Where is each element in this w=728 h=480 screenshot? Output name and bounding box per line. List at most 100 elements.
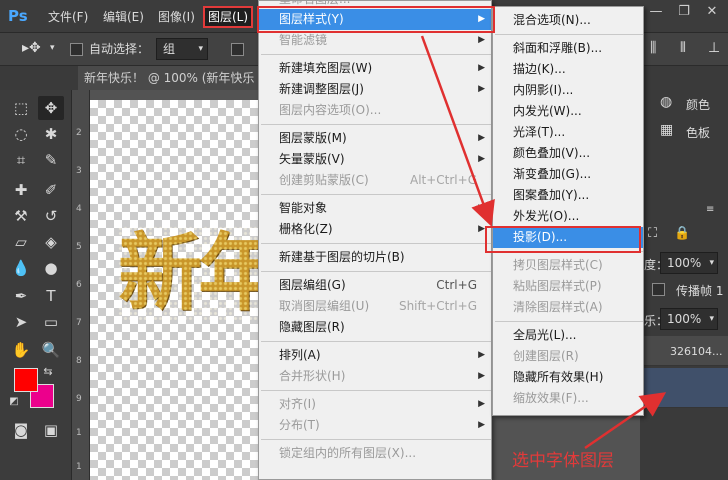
marquee-tool-icon[interactable]: ⬚ — [8, 96, 34, 120]
style-menu-item-label: 图案叠加(Y)... — [513, 188, 590, 202]
layer-menu-item[interactable]: 创建剪贴蒙版(C) Alt+Ctrl+G — [259, 170, 491, 191]
menu-layer[interactable]: 图层(L) — [203, 6, 254, 28]
style-menu-item[interactable]: 渐变叠加(G)... — [493, 164, 643, 185]
layer-menu-item[interactable]: 对齐(I) ▶ — [259, 394, 491, 415]
path-select-icon[interactable]: ➤ — [8, 310, 34, 334]
style-menu-item[interactable]: 粘贴图层样式(P) — [493, 276, 643, 297]
style-menu-item[interactable]: 内阴影(I)... — [493, 80, 643, 101]
layer-menu-item[interactable]: 合并形状(H) ▶ — [259, 366, 491, 387]
auto-select-checkbox[interactable] — [70, 43, 83, 56]
layer-menu-item[interactable]: 图层内容选项(O)... — [259, 100, 491, 121]
layer-menu-item[interactable]: 栅格化(Z) ▶ — [259, 219, 491, 240]
quick-mask-icon[interactable]: ◙ — [8, 418, 34, 442]
style-menu-item[interactable]: 颜色叠加(V)... — [493, 143, 643, 164]
layer-menu-item[interactable]: 图层蒙版(M) ▶ — [259, 128, 491, 149]
layer-row-selected[interactable] — [640, 368, 728, 408]
default-colors-icon[interactable]: ◩ — [6, 390, 22, 414]
chevron-down-icon: ▾ — [709, 314, 714, 324]
ruler-mark: 6 — [76, 280, 82, 290]
layer-menu-item[interactable]: 分布(T) ▶ — [259, 415, 491, 436]
style-menu-item[interactable]: 光泽(T)... — [493, 122, 643, 143]
pen-tool-icon[interactable]: ✒ — [8, 284, 34, 308]
eraser-icon[interactable]: ▱ — [8, 230, 34, 254]
style-menu-item[interactable]: 创建图层(R) — [493, 346, 643, 367]
magic-wand-icon[interactable]: ✱ — [38, 122, 64, 146]
align-icon[interactable]: ⫼ — [650, 38, 656, 58]
restore-icon[interactable]: ❐ — [674, 4, 694, 20]
clone-stamp-icon[interactable]: ⚒ — [8, 204, 34, 228]
brush-tool-icon[interactable]: ✐ — [38, 178, 64, 202]
style-menu-item[interactable]: 全局光(L)... — [493, 325, 643, 346]
healing-brush-icon[interactable]: ✚ — [8, 178, 34, 202]
layer-menu-item[interactable]: 智能对象 ▶ — [259, 198, 491, 219]
style-menu-item[interactable]: 缩放效果(F)... — [493, 388, 643, 409]
blur-tool-icon[interactable]: 💧 — [8, 256, 34, 280]
history-brush-icon[interactable]: ↺ — [38, 204, 64, 228]
move-tool-icon[interactable]: ▸✥ — [22, 38, 41, 58]
foreground-color-swatch[interactable] — [14, 368, 38, 392]
menu-separator — [261, 54, 491, 55]
menu-file[interactable]: 文件(F) — [48, 8, 88, 26]
swap-colors-icon[interactable]: ⇆ — [40, 360, 56, 384]
style-menu-item[interactable]: 斜面和浮雕(B)... — [493, 38, 643, 59]
submenu-arrow-icon: ▶ — [478, 420, 485, 430]
layer-frame-icon[interactable]: ⛶ — [648, 226, 657, 241]
style-menu-item[interactable]: 内发光(W)... — [493, 101, 643, 122]
panel-menu-icon[interactable]: ≡ — [706, 204, 714, 215]
swatches-panel-label[interactable]: 色板 — [686, 124, 710, 141]
layer-menu-item[interactable]: 智能滤镜 ▶ — [259, 30, 491, 51]
show-transform-checkbox[interactable] — [231, 43, 244, 56]
style-menu-item[interactable]: 清除图层样式(A) — [493, 297, 643, 318]
distribute-icon[interactable]: ⫴ — [680, 38, 686, 58]
style-menu-item[interactable]: 图案叠加(Y)... — [493, 185, 643, 206]
ruler-mark: 9 — [76, 394, 82, 404]
fill-field[interactable]: 100% ▾ — [660, 308, 718, 330]
menu-edit[interactable]: 编辑(E) — [103, 8, 144, 26]
hand-tool-icon[interactable]: ✋ — [8, 338, 34, 362]
layer-menu-item[interactable]: 隐藏图层(R) — [259, 317, 491, 338]
style-menu-item[interactable]: 混合选项(N)... — [493, 10, 643, 31]
swatches-panel-icon[interactable]: ▦ — [660, 122, 673, 138]
layer-menu-item[interactable]: 锁定组内的所有图层(X)... — [259, 443, 491, 464]
auto-select-dropdown[interactable]: 组 ▾ — [156, 38, 208, 60]
align-bottom-icon[interactable]: ⊥ — [708, 38, 720, 58]
opacity-field[interactable]: 100% ▾ — [660, 252, 718, 274]
tools-panel: ⬚ ✥ ◌ ✱ ⌗ ✎ ✚ ✐ ⚒ ↺ ▱ ◈ 💧 ● ✒ T ➤ ▭ ✋ 🔍 … — [0, 90, 72, 480]
menu-separator — [261, 439, 491, 440]
crop-tool-icon[interactable]: ⌗ — [8, 148, 34, 172]
zoom-tool-icon[interactable]: 🔍 — [38, 338, 64, 362]
color-panel-label[interactable]: 颜色 — [686, 96, 710, 113]
dodge-tool-icon[interactable]: ● — [38, 256, 64, 280]
shortcut-label: Shift+Ctrl+G — [398, 299, 477, 313]
layer-menu-item[interactable]: 新建调整图层(J) ▶ — [259, 79, 491, 100]
color-panel-icon[interactable]: ◍ — [660, 94, 672, 110]
menu-image[interactable]: 图像(I) — [158, 8, 195, 26]
layer-row[interactable]: 326104... — [640, 336, 728, 366]
minimize-icon[interactable]: — — [646, 4, 666, 20]
layer-menu-item[interactable]: 新建填充图层(W) ▶ — [259, 58, 491, 79]
eyedropper-icon[interactable]: ✎ — [38, 148, 64, 172]
document-tab[interactable]: 新年快乐！ @ 100% (新年快乐 — [78, 66, 260, 90]
screen-mode-icon[interactable]: ▣ — [38, 418, 64, 442]
close-icon[interactable]: ✕ — [702, 4, 722, 20]
layer-menu-item[interactable]: 矢量蒙版(V) ▶ — [259, 149, 491, 170]
layer-menu-item-label: 新建基于图层的切片(B) — [279, 250, 405, 264]
layer-menu-item[interactable]: 图层编组(G) Ctrl+G — [259, 275, 491, 296]
layer-menu-item[interactable]: 取消图层编组(U) Shift+Ctrl+G — [259, 296, 491, 317]
style-menu-item[interactable]: 隐藏所有效果(H) — [493, 367, 643, 388]
style-menu-item[interactable]: 描边(K)... — [493, 59, 643, 80]
type-tool-icon[interactable]: T — [38, 284, 64, 308]
style-menu-item[interactable]: 拷贝图层样式(C) — [493, 255, 643, 276]
layer-menu-item[interactable]: 排列(A) ▶ — [259, 345, 491, 366]
lasso-tool-icon[interactable]: ◌ — [8, 122, 34, 146]
style-menu-item-label: 缩放效果(F)... — [513, 391, 589, 405]
chevron-down-icon[interactable]: ▾ — [50, 38, 55, 58]
lock-icon[interactable]: 🔒 — [674, 226, 690, 241]
propagate-checkbox[interactable] — [652, 283, 665, 296]
paint-bucket-icon[interactable]: ◈ — [38, 230, 64, 254]
propagate-label: 传播帧 1 — [676, 284, 724, 298]
move-tool-icon[interactable]: ✥ — [38, 96, 64, 120]
layer-menu-item[interactable]: 新建基于图层的切片(B) — [259, 247, 491, 268]
style-menu-item[interactable]: 外发光(O)... — [493, 206, 643, 227]
rectangle-tool-icon[interactable]: ▭ — [38, 310, 64, 334]
